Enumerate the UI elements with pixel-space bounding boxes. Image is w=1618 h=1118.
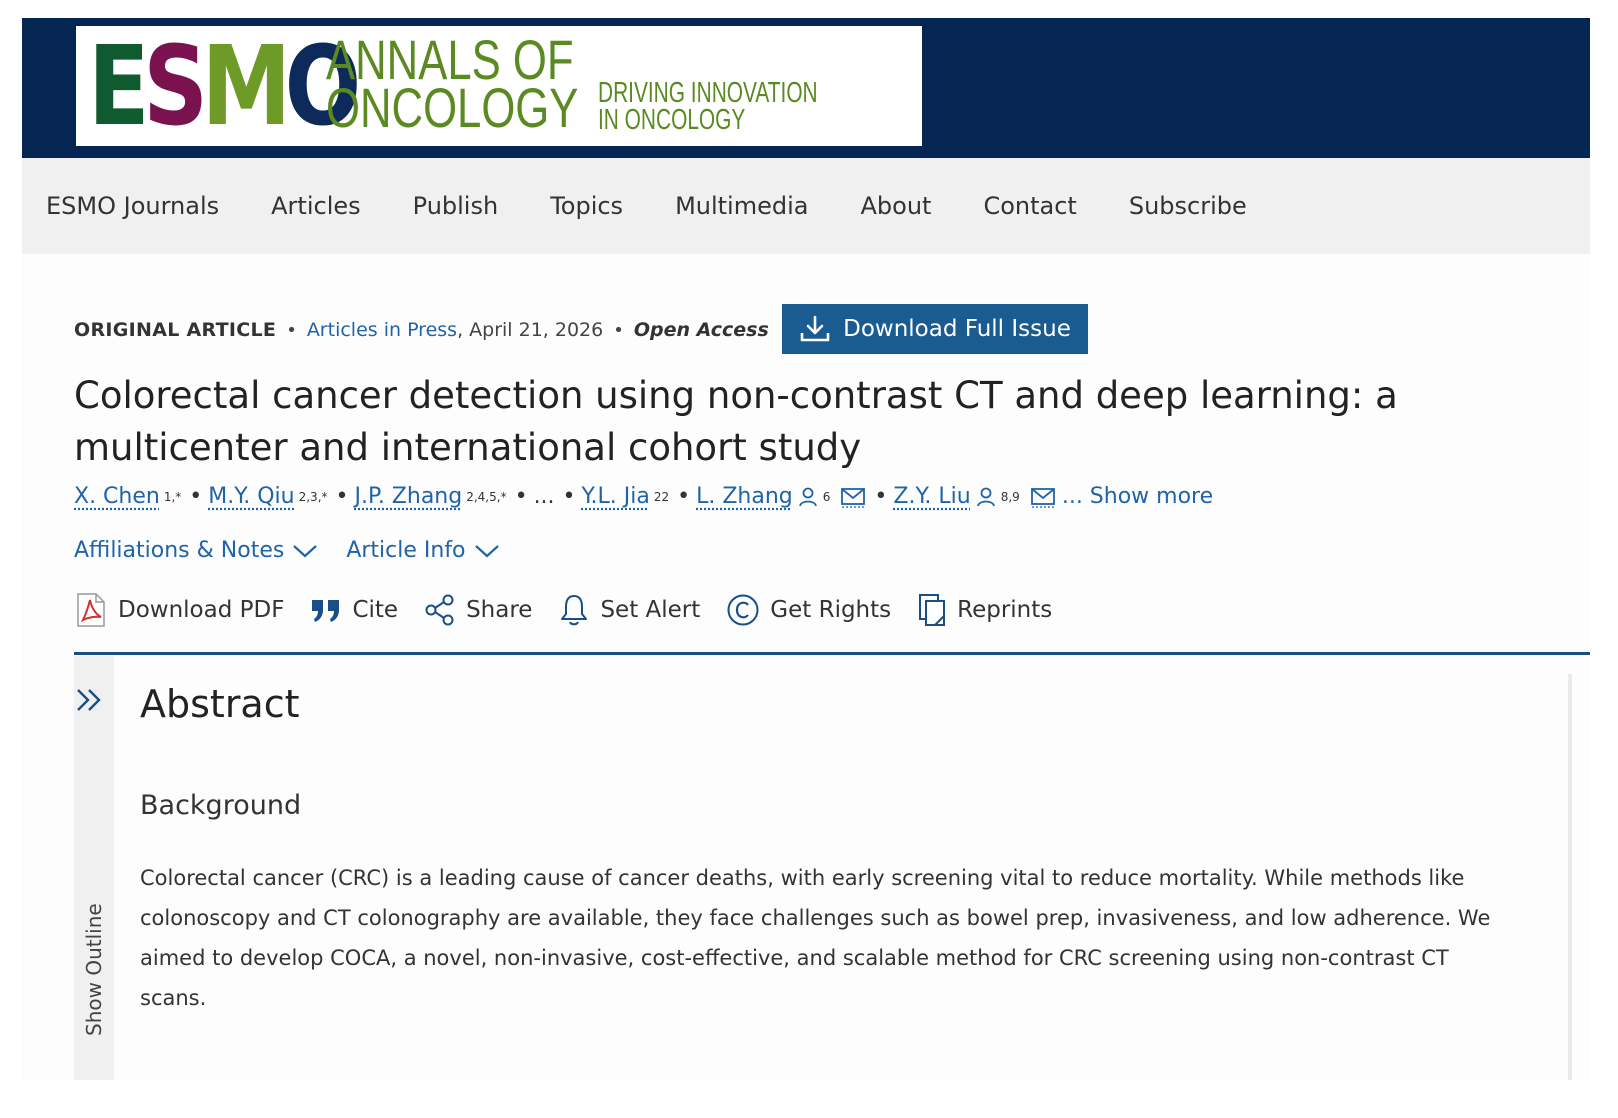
article-meta: ORIGINAL ARTICLE • Articles in Press, Ap… <box>74 304 769 356</box>
nav-contact[interactable]: Contact <box>983 192 1076 220</box>
author-link[interactable]: M.Y. Qiu <box>208 484 294 509</box>
article-type: ORIGINAL ARTICLE <box>74 319 277 341</box>
person-icon[interactable] <box>797 486 819 508</box>
author-separator: • <box>189 484 203 509</box>
author-affiliation: 6 <box>822 489 831 504</box>
author-affiliation: 2,3,* <box>298 489 328 504</box>
tagline-line1: DRIVING INNOVATION <box>598 77 818 109</box>
author-affiliation: 22 <box>653 489 670 504</box>
main-nav: ESMO Journals Articles Publish Topics Mu… <box>22 158 1590 254</box>
share-icon <box>425 594 454 626</box>
reprints-label: Reprints <box>957 597 1053 623</box>
reprints-button[interactable]: Reprints <box>917 593 1052 627</box>
logo-letter-m: M <box>201 26 291 146</box>
nav-multimedia[interactable]: Multimedia <box>675 192 808 220</box>
get-rights-button[interactable]: Get Rights <box>726 593 891 627</box>
author-affiliation: 2,4,5,* <box>466 489 507 504</box>
article-info-toggle[interactable]: Article Info <box>346 538 499 563</box>
nav-articles[interactable]: Articles <box>271 192 361 220</box>
pdf-icon <box>77 593 105 627</box>
article-actions: Download PDF Cite Share Set Alert Get Ri… <box>74 592 1078 628</box>
author-link[interactable]: Z.Y. Liu <box>893 484 970 509</box>
author-separator: • <box>514 484 528 509</box>
open-access-label: Open Access <box>633 319 769 341</box>
header-banner: ESMO ANNALS OF ONCOLOGY DRIVING INNOVATI… <box>22 18 1590 158</box>
meta-separator: • <box>613 319 624 341</box>
download-full-issue-button[interactable]: Download Full Issue <box>782 304 1088 354</box>
chevron-down-icon <box>293 544 318 557</box>
nav-about[interactable]: About <box>860 192 931 220</box>
logo-letter-s: S <box>143 26 208 146</box>
show-outline-label: Show Outline <box>82 903 106 1036</box>
envelope-icon[interactable] <box>1030 486 1056 508</box>
author-affiliation: 8,9 <box>1000 489 1020 504</box>
show-more-authors-link[interactable]: ... Show more <box>1062 484 1213 509</box>
download-icon <box>800 315 830 342</box>
download-full-issue-label: Download Full Issue <box>843 316 1071 342</box>
nav-publish[interactable]: Publish <box>413 192 499 220</box>
background-heading: Background <box>140 790 302 821</box>
background-paragraph: Colorectal cancer (CRC) is a leading cau… <box>140 866 1491 1010</box>
author-separator: • <box>335 484 349 509</box>
copyright-icon <box>727 594 759 626</box>
cite-label: Cite <box>352 597 399 623</box>
logo-letter-e: E <box>88 26 150 146</box>
double-chevron-right-icon[interactable] <box>74 686 106 714</box>
articles-in-press-link[interactable]: Articles in Press <box>307 319 457 341</box>
article-info-label: Article Info <box>346 538 466 563</box>
esmo-logo: ESMO <box>88 26 361 146</box>
author-list: X. Chen 1,* • M.Y. Qiu 2,3,* • J.P. Zhang 2… <box>74 484 1213 509</box>
affiliations-notes-label: Affiliations & Notes <box>74 538 285 563</box>
section-divider <box>74 652 1590 655</box>
content-scroll-edge <box>1568 674 1572 1080</box>
author-link[interactable]: J.P. Zhang <box>355 484 463 509</box>
cite-button[interactable]: Cite <box>310 596 398 624</box>
get-rights-label: Get Rights <box>770 597 892 623</box>
journal-name-line2: ONCOLOGY <box>326 76 579 139</box>
bell-icon <box>561 595 588 626</box>
author-separator: • <box>562 484 576 509</box>
chevron-down-icon <box>474 544 499 557</box>
share-label: Share <box>466 597 533 623</box>
share-button[interactable]: Share <box>424 594 532 626</box>
author-link[interactable]: L. Zhang <box>696 484 793 509</box>
download-pdf-label: Download PDF <box>118 597 285 623</box>
meta-separator: • <box>286 319 297 341</box>
quote-icon <box>312 600 340 622</box>
article-toggles: Affiliations & Notes Article Info <box>74 538 528 563</box>
download-pdf-button[interactable]: Download PDF <box>74 592 284 628</box>
article-date: , April 21, 2026 <box>457 319 604 341</box>
nav-esmo-journals[interactable]: ESMO Journals <box>46 192 219 220</box>
affiliations-notes-toggle[interactable]: Affiliations & Notes <box>74 538 318 563</box>
author-link[interactable]: Y.L. Jia <box>582 484 650 509</box>
nav-topics[interactable]: Topics <box>550 192 623 220</box>
author-separator: • <box>874 484 888 509</box>
tagline-line2: IN ONCOLOGY <box>598 104 746 136</box>
author-ellipsis: ... <box>533 484 555 509</box>
abstract-heading: Abstract <box>140 682 300 726</box>
journal-logo[interactable]: ESMO ANNALS OF ONCOLOGY DRIVING INNOVATI… <box>76 26 922 146</box>
article-title: Colorectal cancer detection using non-co… <box>74 374 1398 469</box>
journal-name: ANNALS OF ONCOLOGY <box>326 32 579 139</box>
envelope-icon[interactable] <box>840 486 866 508</box>
set-alert-label: Set Alert <box>600 597 701 623</box>
outline-sidebar[interactable]: Show Outline <box>74 656 114 1080</box>
author-link[interactable]: X. Chen <box>74 484 160 509</box>
journal-tagline: DRIVING INNOVATION IN ONCOLOGY <box>598 77 818 136</box>
reprints-icon <box>919 594 946 626</box>
page-frame: ESMO ANNALS OF ONCOLOGY DRIVING INNOVATI… <box>22 18 1590 1080</box>
nav-subscribe[interactable]: Subscribe <box>1129 192 1247 220</box>
author-separator: • <box>677 484 691 509</box>
set-alert-button[interactable]: Set Alert <box>558 593 700 627</box>
author-affiliation: 1,* <box>163 489 182 504</box>
person-icon[interactable] <box>975 486 997 508</box>
